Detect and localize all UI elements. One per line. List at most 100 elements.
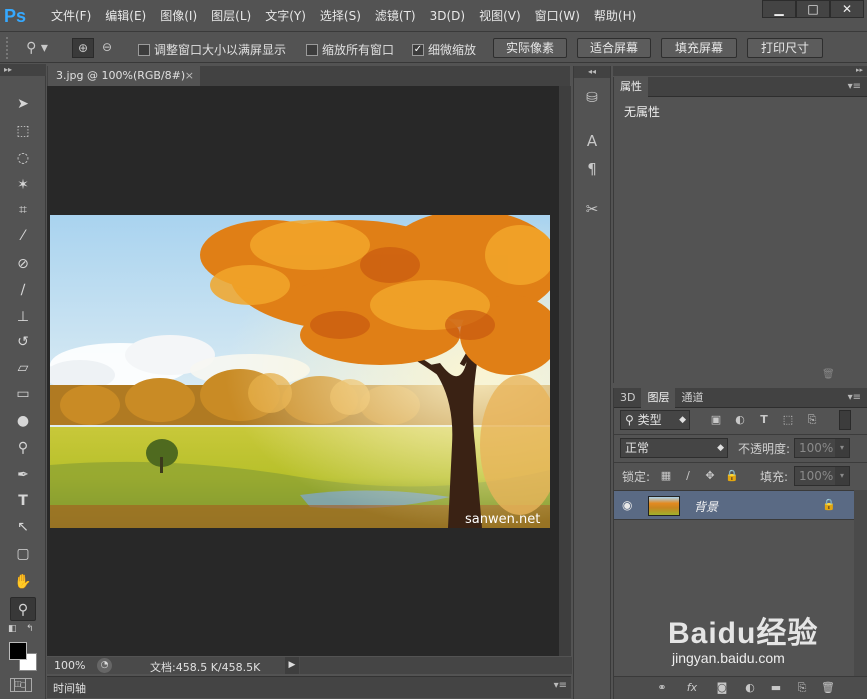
marquee-icon[interactable]: ⬚ bbox=[10, 119, 36, 143]
opacity-arrow-icon[interactable]: ▾ bbox=[835, 439, 849, 457]
zoom-icon[interactable]: ⚲ bbox=[10, 597, 36, 621]
menu-select[interactable]: 选择(S) bbox=[313, 0, 368, 32]
layer-filter-select[interactable]: ⚲ 类型 ◆ bbox=[620, 410, 690, 430]
menu-window[interactable]: 窗口(W) bbox=[528, 0, 587, 32]
zoom-out-icon[interactable]: ⊖ bbox=[96, 38, 118, 58]
zoom-all-option[interactable]: 缩放所有窗口 bbox=[306, 41, 394, 58]
lock-image-icon[interactable]: ∕ bbox=[680, 468, 696, 484]
strip-collapse-icon[interactable]: ◂◂ bbox=[574, 66, 610, 78]
dodge-icon[interactable]: ⚲ bbox=[10, 436, 36, 460]
eyedropper-icon[interactable]: ⁄ bbox=[10, 224, 36, 248]
horizontal-scrollbar[interactable] bbox=[300, 657, 572, 674]
filter-toggle[interactable] bbox=[839, 410, 851, 430]
rectangle-icon[interactable]: ▢ bbox=[10, 542, 36, 566]
document-tab[interactable]: 3.jpg @ 100%(RGB/8#) × bbox=[48, 66, 200, 86]
properties-menu-icon[interactable]: ▾≡ bbox=[848, 77, 861, 97]
print-size-button[interactable]: 打印尺寸 bbox=[747, 38, 823, 58]
screen-mode-icon[interactable]: ◫ bbox=[10, 678, 26, 692]
fit-screen-button[interactable]: 适合屏幕 bbox=[577, 38, 651, 58]
scrubby-zoom-checkbox[interactable]: ✓ bbox=[412, 43, 424, 56]
menu-image[interactable]: 图像(I) bbox=[153, 0, 204, 32]
layer-style-icon[interactable]: fx bbox=[684, 680, 700, 696]
status-menu-arrow-icon[interactable]: ▶ bbox=[285, 657, 299, 674]
fill-screen-button[interactable]: 填充屏幕 bbox=[661, 38, 737, 58]
blend-mode-select[interactable]: 正常 ◆ bbox=[620, 438, 728, 458]
menu-view[interactable]: 视图(V) bbox=[472, 0, 528, 32]
actual-pixels-button[interactable]: 实际像素 bbox=[493, 38, 567, 58]
link-layers-icon[interactable]: ⚭ bbox=[654, 680, 670, 696]
character-panel-icon[interactable]: A bbox=[582, 132, 602, 152]
tab-close-icon[interactable]: × bbox=[185, 66, 194, 86]
filter-smart-object-icon[interactable]: ⎘ bbox=[804, 412, 820, 428]
maximize-button[interactable]: □ bbox=[796, 0, 830, 18]
document-image[interactable]: sanwen.net bbox=[50, 215, 550, 528]
menu-help[interactable]: 帮助(H) bbox=[587, 0, 643, 32]
eraser-icon[interactable]: ▱ bbox=[10, 356, 36, 380]
layer-row-background[interactable]: ◉ 背景 🔒 bbox=[614, 490, 854, 520]
stamp-icon[interactable]: ⊥ bbox=[10, 305, 36, 329]
paragraph-panel-icon[interactable]: ¶ bbox=[582, 160, 602, 180]
close-window-button[interactable]: ✕ bbox=[830, 0, 864, 18]
menu-edit[interactable]: 编辑(E) bbox=[98, 0, 153, 32]
resize-windows-checkbox[interactable] bbox=[138, 43, 150, 56]
new-group-icon[interactable]: ▬ bbox=[768, 680, 784, 696]
fill-input[interactable]: 100% ▾ bbox=[794, 466, 850, 486]
filter-shape-icon[interactable]: ⬚ bbox=[780, 412, 796, 428]
menu-filter[interactable]: 滤镜(T) bbox=[368, 0, 423, 32]
filter-adjustment-icon[interactable]: ◐ bbox=[732, 412, 748, 428]
move-icon[interactable]: ➤ bbox=[10, 92, 36, 116]
fill-arrow-icon[interactable]: ▾ bbox=[835, 467, 849, 485]
history-brush-icon[interactable]: ↺ bbox=[10, 330, 36, 354]
minimize-button[interactable]: ▁ bbox=[762, 0, 796, 18]
layers-scrollbar[interactable] bbox=[854, 490, 867, 698]
layer-name[interactable]: 背景 bbox=[694, 498, 718, 515]
tab-3d[interactable]: 3D bbox=[614, 388, 641, 408]
vertical-scrollbar[interactable] bbox=[559, 86, 571, 656]
gradient-icon[interactable]: ▭ bbox=[10, 382, 36, 406]
magic-wand-icon[interactable]: ✶ bbox=[10, 173, 36, 197]
timeline-menu-icon[interactable]: ▾≡ bbox=[554, 680, 567, 691]
menu-layer[interactable]: 图层(L) bbox=[204, 0, 258, 32]
delete-layer-icon[interactable]: 🗑 bbox=[820, 680, 836, 696]
filter-type-icon[interactable]: T bbox=[756, 412, 772, 428]
scrubby-zoom-option[interactable]: ✓ 细微缩放 bbox=[412, 41, 476, 58]
type-icon[interactable]: T bbox=[10, 489, 36, 513]
tools-collapse-icon[interactable]: ▸▸ bbox=[0, 64, 46, 76]
lock-transparent-icon[interactable]: ▦ bbox=[658, 468, 674, 484]
filter-pixel-icon[interactable]: ▣ bbox=[708, 412, 724, 428]
properties-tab[interactable]: 属性 bbox=[614, 77, 648, 97]
lock-all-icon[interactable]: 🔒 bbox=[724, 468, 740, 484]
right-dock-collapse-icon[interactable]: ▸▸ bbox=[613, 66, 867, 76]
menu-type[interactable]: 文字(Y) bbox=[258, 0, 313, 32]
eye-icon[interactable]: ◉ bbox=[622, 498, 632, 512]
healing-icon[interactable]: ⊘ bbox=[10, 252, 36, 276]
tab-channels[interactable]: 通道 bbox=[675, 388, 709, 408]
resize-windows-option[interactable]: 调整窗口大小以满屏显示 bbox=[138, 41, 286, 58]
crop-icon[interactable]: ⌗ bbox=[10, 198, 36, 222]
blur-icon[interactable]: ● bbox=[10, 409, 36, 433]
share-icon[interactable]: ◔ bbox=[97, 658, 112, 673]
swap-colors-icon[interactable]: ↰ bbox=[26, 624, 34, 634]
menu-3d[interactable]: 3D(D) bbox=[423, 0, 472, 32]
search-icon[interactable]: ⚲ ▾ bbox=[22, 38, 52, 58]
brush-icon[interactable]: ∕ bbox=[10, 278, 36, 302]
lasso-icon[interactable]: ◌ bbox=[10, 146, 36, 170]
adjustment-layer-icon[interactable]: ◐ bbox=[742, 680, 758, 696]
zoom-level[interactable]: 100% bbox=[54, 659, 85, 672]
history-panel-icon[interactable]: ⛁ bbox=[582, 90, 602, 110]
add-mask-icon[interactable]: ◙ bbox=[714, 680, 730, 696]
hand-icon[interactable]: ✋ bbox=[10, 570, 36, 594]
layers-menu-icon[interactable]: ▾≡ bbox=[848, 388, 861, 408]
zoom-in-icon[interactable]: ⊕ bbox=[72, 38, 94, 58]
zoom-all-checkbox[interactable] bbox=[306, 43, 318, 56]
opacity-input[interactable]: 100% ▾ bbox=[794, 438, 850, 458]
timeline-tab[interactable]: 时间轴 bbox=[53, 680, 86, 696]
new-layer-icon[interactable]: ⎘ bbox=[794, 680, 810, 696]
menu-file[interactable]: 文件(F) bbox=[44, 0, 98, 32]
lock-position-icon[interactable]: ✥ bbox=[702, 468, 718, 484]
path-select-icon[interactable]: ↖ bbox=[10, 515, 36, 539]
foreground-color-swatch[interactable] bbox=[9, 642, 27, 660]
tool-presets-icon[interactable]: ✂ bbox=[582, 200, 602, 220]
default-colors-icon[interactable]: ◧ bbox=[8, 624, 17, 634]
properties-trash-icon[interactable]: 🗑 bbox=[822, 369, 835, 380]
